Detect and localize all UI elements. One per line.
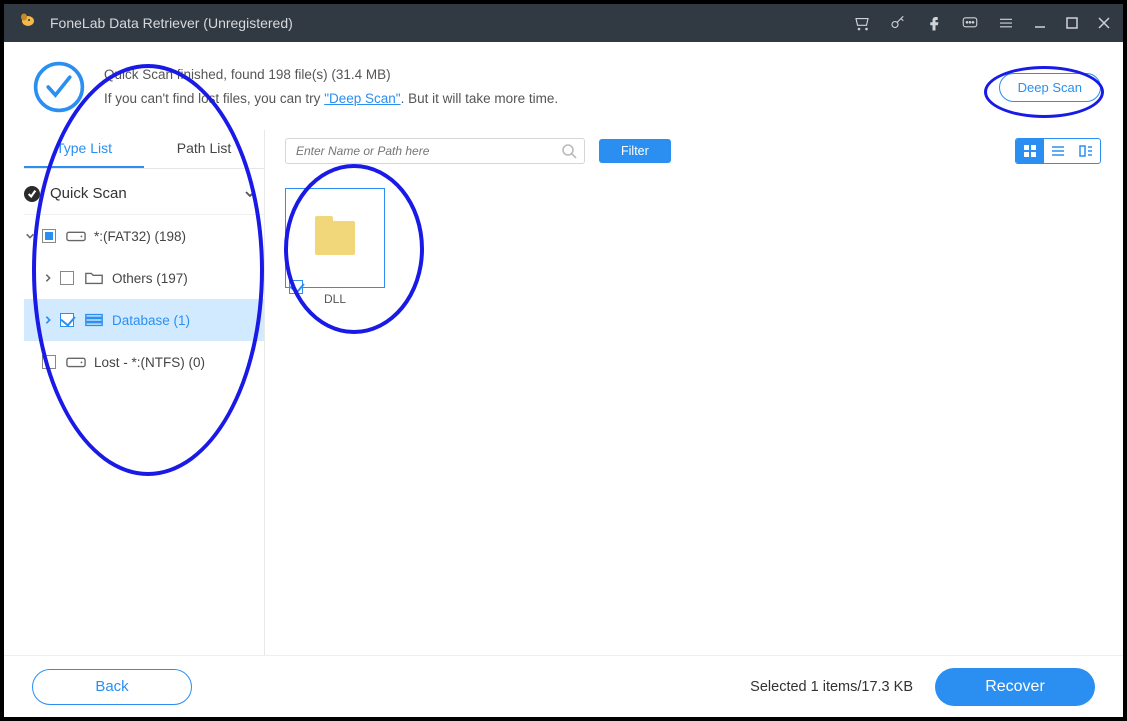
file-checkbox[interactable] [289, 280, 303, 294]
tab-type-list[interactable]: Type List [24, 130, 144, 168]
maximize-icon[interactable] [1065, 16, 1079, 30]
tree-database[interactable]: Database (1) [24, 299, 264, 341]
tree-drive-fat32[interactable]: *:(FAT32) (198) [24, 215, 264, 257]
vertical-divider [264, 130, 265, 678]
back-button[interactable]: Back [32, 669, 192, 705]
folder-icon [84, 270, 104, 286]
deep-scan-link[interactable]: "Deep Scan" [324, 91, 400, 106]
search-box [285, 138, 585, 164]
chevron-down-icon [244, 188, 256, 200]
success-check-icon [32, 60, 86, 114]
cart-icon[interactable] [853, 14, 871, 32]
tree-lost-ntfs[interactable]: Lost - *:(NTFS) (0) [24, 341, 264, 383]
sidebar-tabs: Type List Path List [24, 130, 264, 169]
view-list-button[interactable] [1044, 139, 1072, 163]
checkbox-checked[interactable] [60, 313, 74, 327]
facebook-icon[interactable] [925, 14, 943, 32]
view-detail-button[interactable] [1072, 139, 1100, 163]
key-icon[interactable] [889, 14, 907, 32]
status-line1: Quick Scan finished, found 198 file(s) (… [104, 63, 999, 87]
app-logo-icon [16, 11, 40, 35]
file-grid: DLL [285, 182, 1101, 306]
tree-others[interactable]: Others (197) [24, 257, 264, 299]
content-toolbar: Filter [285, 130, 1101, 172]
drive-icon [66, 228, 86, 244]
minimize-icon[interactable] [1033, 16, 1047, 30]
chevron-right-icon [42, 272, 54, 284]
recover-button[interactable]: Recover [935, 668, 1095, 706]
titlebar: FoneLab Data Retriever (Unregistered) [4, 4, 1123, 42]
menu-icon[interactable] [997, 14, 1015, 32]
content-area: Filter DLL [273, 130, 1123, 678]
chevron-down-icon [24, 230, 36, 242]
file-name: DLL [285, 292, 385, 306]
view-grid-button[interactable] [1016, 139, 1044, 163]
status-row: Quick Scan finished, found 198 file(s) (… [4, 42, 1123, 130]
chevron-right-icon [42, 314, 54, 326]
drive-icon [66, 354, 86, 370]
tree-quick-scan[interactable]: Quick Scan [24, 173, 264, 215]
file-item-dll[interactable]: DLL [285, 188, 385, 306]
close-icon[interactable] [1097, 16, 1111, 30]
footer: Back Selected 1 items/17.3 KB Recover [4, 655, 1123, 717]
selection-info: Selected 1 items/17.3 KB [750, 679, 913, 695]
tab-path-list[interactable]: Path List [144, 130, 264, 168]
deep-scan-button[interactable]: Deep Scan [999, 73, 1101, 102]
sidebar: Type List Path List Quick Scan *:(FAT32)… [4, 130, 264, 678]
checkbox-empty[interactable] [42, 355, 56, 369]
file-thumbnail [285, 188, 385, 288]
checkbox-empty[interactable] [60, 271, 74, 285]
main-area: Type List Path List Quick Scan *:(FAT32)… [4, 130, 1123, 678]
folder-icon [315, 221, 355, 255]
filter-button[interactable]: Filter [599, 139, 671, 163]
view-toggle [1015, 138, 1101, 164]
feedback-icon[interactable] [961, 14, 979, 32]
badge-check-icon [24, 186, 40, 202]
search-icon[interactable] [561, 143, 577, 159]
database-icon [84, 312, 104, 328]
checkbox-partial[interactable] [42, 229, 56, 243]
app-window: FoneLab Data Retriever (Unregistered) Qu… [0, 0, 1127, 721]
search-input[interactable] [285, 138, 585, 164]
status-line2: If you can't find lost files, you can tr… [104, 87, 999, 111]
app-title: FoneLab Data Retriever (Unregistered) [50, 15, 853, 31]
